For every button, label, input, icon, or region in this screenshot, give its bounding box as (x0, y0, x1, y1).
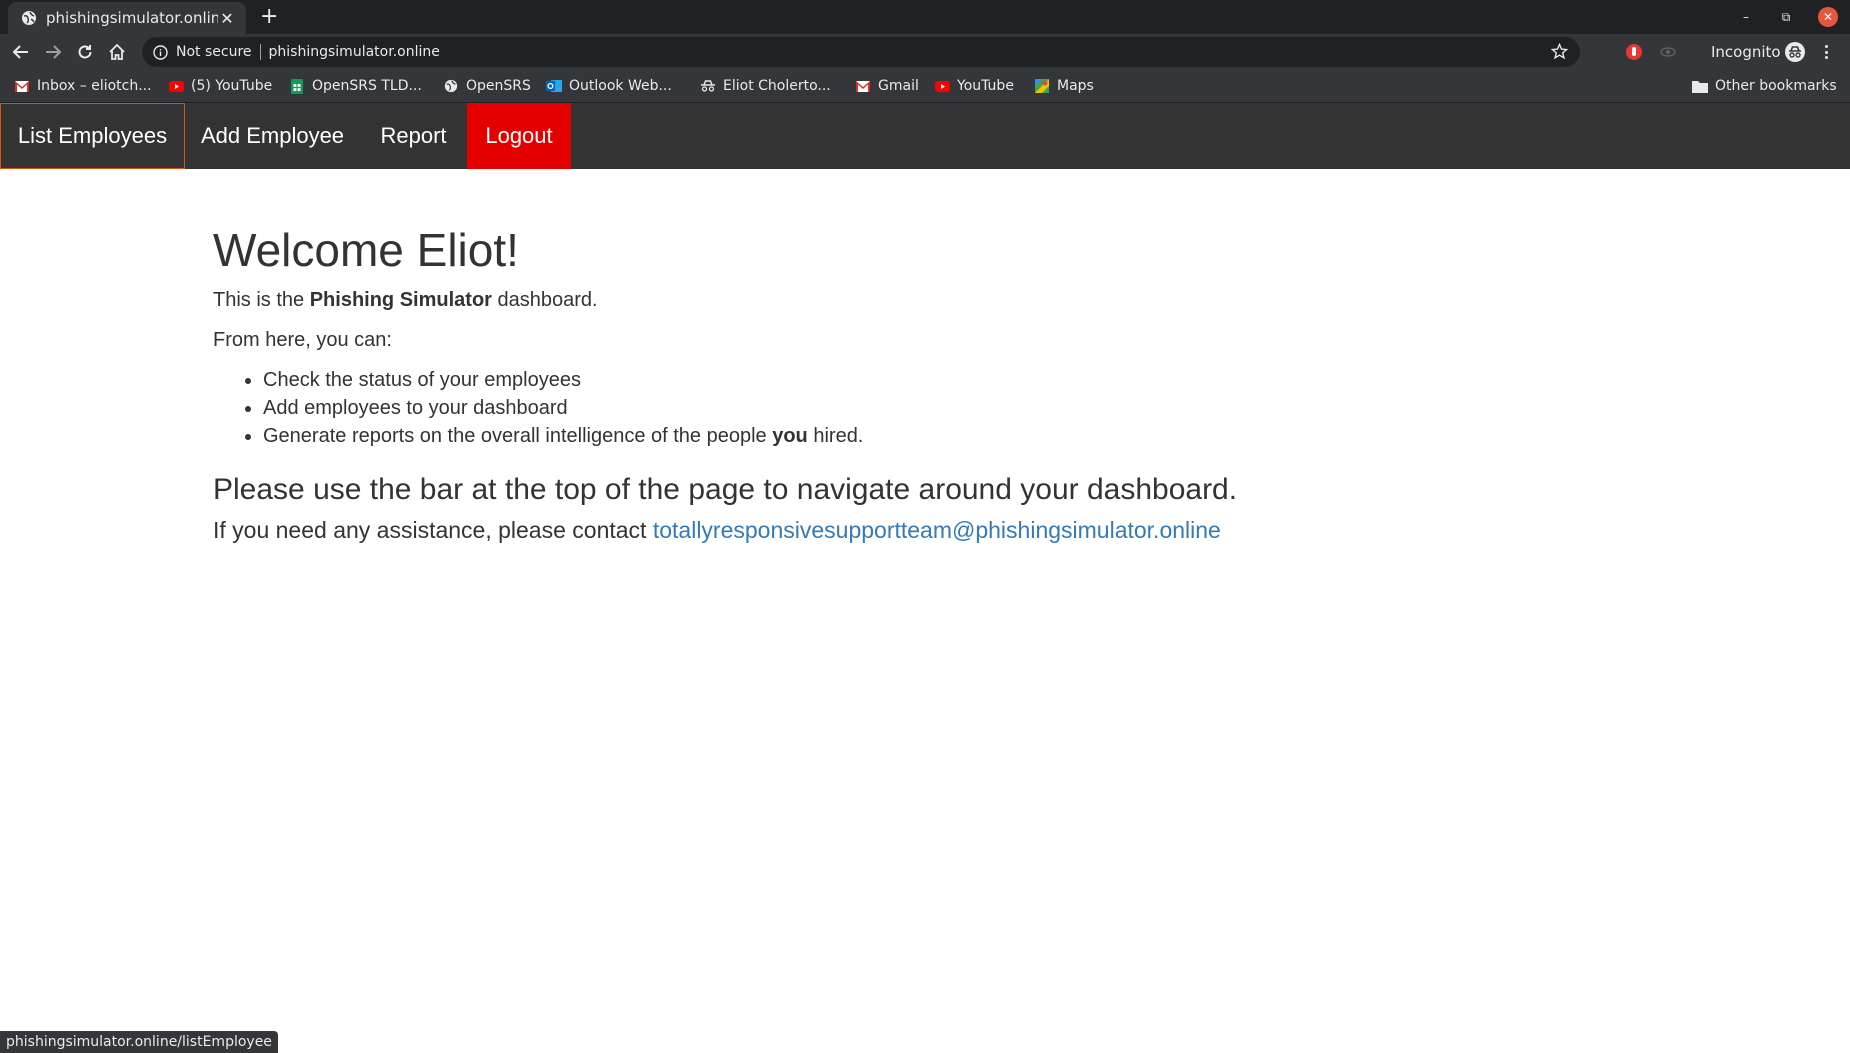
list-item: Check the status of your employees (263, 366, 1613, 394)
forward-button[interactable] (41, 40, 65, 64)
support-email-link[interactable]: totallyresponsivesupportteam@phishingsim… (653, 517, 1221, 543)
globe-icon (20, 9, 38, 27)
folder-icon (1692, 78, 1708, 94)
bookmark-item[interactable]: Outlook Web... (546, 77, 672, 95)
globe-icon (443, 78, 459, 94)
status-url-bubble: phishingsimulator.online/listEmployee (0, 1031, 278, 1053)
bookmark-star-icon[interactable] (1550, 42, 1569, 65)
from-here-text: From here, you can: (213, 329, 392, 351)
intro-paragraph: This is the Phishing Simulator dashboard… (213, 289, 598, 311)
navigation-hint: Please use the bar at the top of the pag… (213, 473, 1238, 506)
youtube-icon (934, 78, 950, 94)
bookmark-item[interactable]: Maps (1034, 77, 1094, 95)
tab-close-icon[interactable]: ✕ (218, 9, 236, 28)
browser-tabstrip: phishingsimulator.online ✕ + – ⧉ ✕ (0, 0, 1850, 34)
bookmark-item[interactable]: Eliot Cholerto... (700, 77, 831, 95)
window-close-button[interactable]: ✕ (1818, 7, 1838, 27)
bookmark-item[interactable]: YouTube (934, 77, 1014, 95)
forward-arrow-icon (46, 45, 62, 59)
nav-logout[interactable]: Logout (467, 103, 571, 169)
security-label: Not secure (176, 44, 252, 60)
bookmark-item[interactable]: Gmail (855, 77, 919, 95)
browser-toolbar: Not secure phishingsimulator.online Inco… (0, 34, 1850, 70)
tab-title: phishingsimulator.online (46, 9, 218, 27)
back-arrow-icon (12, 45, 28, 59)
reload-icon (78, 45, 92, 59)
incognito-icon (700, 78, 716, 94)
minimize-button[interactable]: – (1736, 7, 1756, 27)
omnibox-divider (259, 44, 261, 60)
bookmarks-bar: Inbox – eliotch... (5) YouTube OpenSRS T… (0, 70, 1850, 103)
list-item: Generate reports on the overall intellig… (263, 422, 1613, 450)
outlook-icon (546, 78, 562, 94)
app-name: Phishing Simulator (309, 289, 492, 311)
new-tab-button[interactable]: + (260, 5, 278, 29)
back-button[interactable] (9, 40, 33, 64)
incognito-icon[interactable] (1785, 42, 1805, 62)
bookmark-item[interactable]: OpenSRS (443, 77, 531, 95)
bookmark-item[interactable]: OpenSRS TLD... (289, 77, 422, 95)
info-icon[interactable] (152, 44, 168, 60)
page-title: Welcome Eliot! (213, 224, 519, 276)
browser-tab[interactable]: phishingsimulator.online ✕ (8, 2, 246, 34)
list-item: Add employees to your dashboard (263, 394, 1613, 422)
reload-button[interactable] (73, 40, 97, 64)
assistance-text: If you need any assistance, please conta… (213, 517, 1221, 543)
address-url[interactable]: phishingsimulator.online (269, 44, 440, 60)
home-button[interactable] (105, 40, 129, 64)
nav-add-employee[interactable]: Add Employee (185, 103, 360, 169)
restore-button[interactable]: ⧉ (1776, 7, 1796, 27)
gmail-icon (855, 78, 871, 94)
incognito-label[interactable]: Incognito (1711, 43, 1781, 61)
maps-icon (1034, 78, 1050, 94)
feature-list: Check the status of your employees Add e… (213, 366, 1613, 450)
gmail-icon (14, 78, 30, 94)
nav-report[interactable]: Report (360, 103, 467, 169)
nav-list-employees[interactable]: List Employees (0, 103, 185, 169)
address-bar[interactable]: Not secure phishingsimulator.online (142, 37, 1580, 67)
bookmark-item[interactable]: Inbox – eliotch... (14, 77, 152, 95)
main-content: Welcome Eliot! This is the Phishing Simu… (213, 220, 1613, 546)
other-bookmarks[interactable]: Other bookmarks (1692, 77, 1837, 95)
home-icon (109, 43, 125, 60)
youtube-icon (168, 78, 184, 94)
site-navbar: List Employees Add Employee Report Logou… (0, 103, 1850, 169)
bookmark-item[interactable]: (5) YouTube (168, 77, 272, 95)
extension-icon[interactable] (1625, 43, 1643, 66)
browser-menu-icon[interactable] (1823, 42, 1829, 62)
sheets-icon (289, 78, 305, 94)
eye-extension-icon[interactable] (1659, 43, 1677, 66)
